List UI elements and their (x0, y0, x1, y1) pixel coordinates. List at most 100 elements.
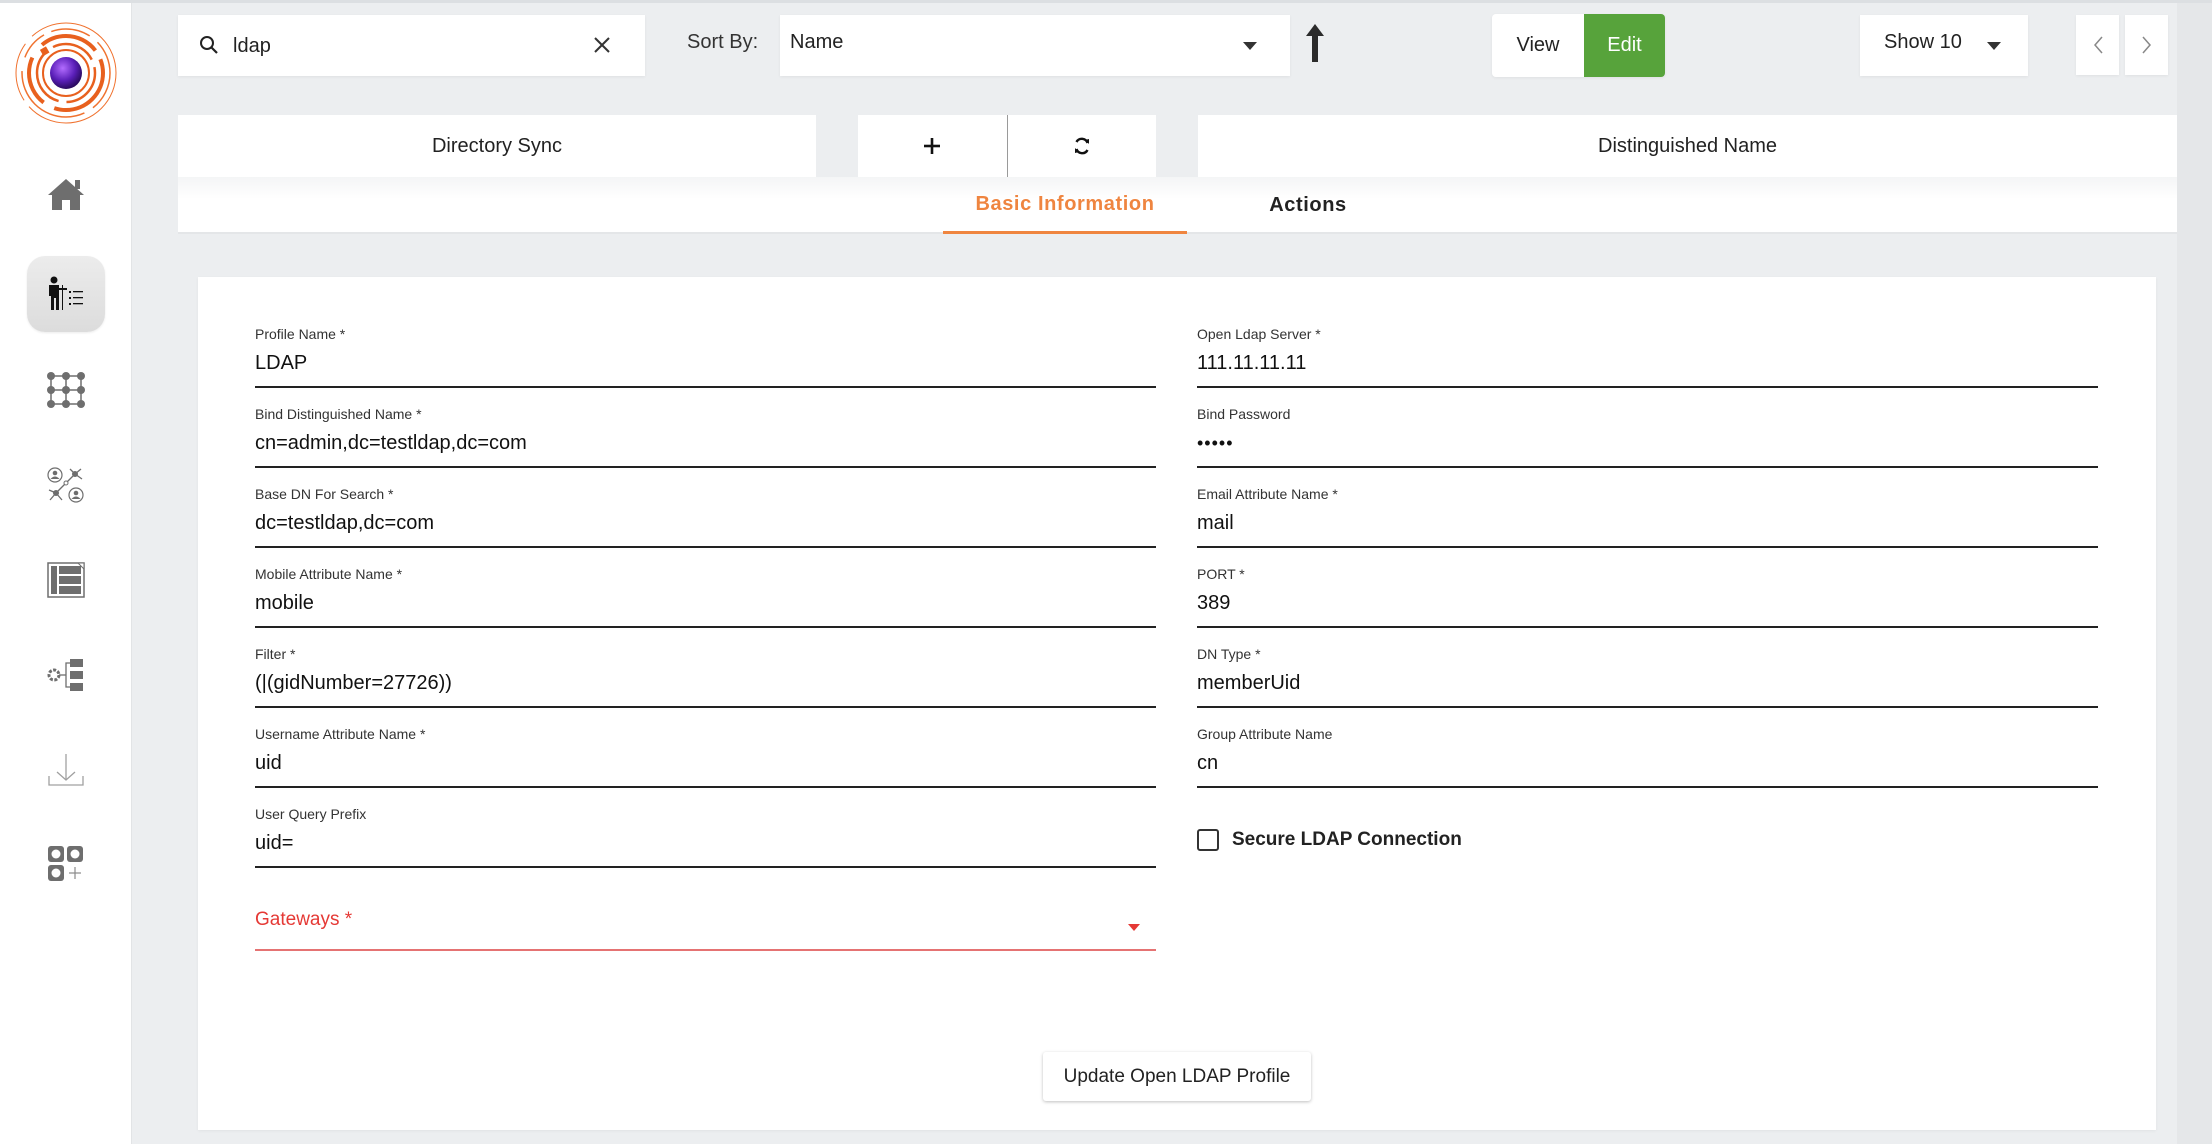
chevron-down-icon (1987, 42, 2001, 50)
field-underline (255, 546, 1156, 548)
field-underline (1197, 466, 2098, 468)
user-network-icon (47, 467, 84, 503)
tab-basic-information[interactable]: Basic Information (943, 177, 1187, 234)
sort-by-label: Sort By: (687, 31, 759, 53)
group-attribute-input[interactable] (1197, 746, 2098, 780)
base-dn-field: Base DN For Search * (255, 486, 1156, 548)
search-box (178, 15, 645, 76)
gateways-select[interactable]: Gateways * (255, 897, 1156, 951)
bind-dn-field: Bind Distinguished Name * (255, 406, 1156, 468)
field-underline (255, 706, 1156, 708)
profile-name-input[interactable] (255, 346, 1156, 380)
refresh-icon (1074, 137, 1089, 155)
filter-input[interactable] (255, 666, 1156, 700)
previous-page-button[interactable] (2076, 15, 2119, 75)
top-border (0, 0, 2212, 3)
field-label: Open Ldap Server * (1197, 326, 1321, 342)
update-profile-button[interactable]: Update Open LDAP Profile (1043, 1052, 1311, 1101)
home-icon (48, 179, 84, 210)
chevron-down-icon (1243, 42, 1257, 50)
filter-field: Filter * (255, 646, 1156, 708)
field-underline (255, 626, 1156, 628)
field-label: Mobile Attribute Name * (255, 566, 403, 582)
field-underline (1197, 626, 2098, 628)
field-label: Username Attribute Name * (255, 726, 426, 742)
tab-bar: Basic Information Actions (178, 177, 2177, 234)
directory-sync-header[interactable]: Directory Sync (178, 115, 816, 177)
apps-add-icon (48, 846, 83, 881)
field-label: Email Attribute Name * (1197, 486, 1338, 502)
sidebar-item-network[interactable] (27, 447, 105, 523)
distinguished-name-header: Distinguished Name (1198, 115, 2177, 177)
add-button[interactable] (858, 115, 1007, 177)
field-underline (255, 866, 1156, 868)
bind-dn-input[interactable] (255, 426, 1156, 460)
sidebar-item-add-apps[interactable] (27, 825, 105, 901)
field-underline (255, 949, 1156, 951)
profile-name-field: Profile Name * (255, 326, 1156, 388)
field-label: Filter * (255, 646, 296, 662)
field-underline (255, 386, 1156, 388)
base-dn-input[interactable] (255, 506, 1156, 540)
add-refresh-group (858, 115, 1156, 177)
chevron-left-icon (2093, 36, 2103, 54)
ldap-server-field: Open Ldap Server * (1197, 326, 2098, 388)
search-input[interactable] (233, 29, 563, 63)
field-underline (1197, 706, 2098, 708)
gear-folders-icon (47, 659, 83, 691)
secure-ldap-checkbox-row[interactable]: Secure LDAP Connection (1197, 829, 1462, 851)
app-logo[interactable] (13, 20, 119, 126)
view-button[interactable]: View (1492, 14, 1584, 77)
sidebar-item-layout[interactable] (27, 542, 105, 618)
port-field: PORT * (1197, 566, 2098, 628)
field-underline (255, 786, 1156, 788)
person-list-icon (49, 276, 83, 310)
page-size-value: Show 10 (1884, 31, 1962, 53)
port-input[interactable] (1197, 586, 2098, 620)
username-attribute-field: Username Attribute Name * (255, 726, 1156, 788)
sort-by-select[interactable]: Name (780, 15, 1290, 76)
field-underline (1197, 386, 2098, 388)
gateways-label: Gateways * (255, 909, 353, 930)
clear-search-icon[interactable] (591, 34, 613, 56)
field-label: Profile Name * (255, 326, 346, 342)
bind-password-input[interactable] (1197, 426, 2098, 460)
field-underline (255, 466, 1156, 468)
ldap-server-input[interactable] (1197, 346, 2098, 380)
tab-actions[interactable]: Actions (1218, 177, 1398, 234)
chevron-down-icon (1128, 924, 1140, 931)
dn-type-input[interactable] (1197, 666, 2098, 700)
scrollbar[interactable] (2177, 3, 2212, 1144)
dot-grid-icon (47, 372, 85, 408)
field-label: Group Attribute Name (1197, 726, 1333, 742)
field-label: Bind Password (1197, 406, 1291, 422)
ldap-profile-form: Profile Name * Bind Distinguished Name *… (198, 277, 2156, 1130)
dn-type-field: DN Type * (1197, 646, 2098, 708)
layout-list-icon (47, 562, 85, 598)
sidebar-item-settings-folders[interactable] (27, 637, 105, 713)
sidebar-item-home[interactable] (27, 156, 105, 232)
sidebar-item-grid[interactable] (27, 352, 105, 428)
field-label: PORT * (1197, 566, 1245, 582)
view-edit-toggle: View Edit (1492, 14, 1665, 77)
username-attribute-input[interactable] (255, 746, 1156, 780)
user-query-prefix-input[interactable] (255, 826, 1156, 860)
refresh-button[interactable] (1008, 115, 1157, 177)
sort-ascending-arrow-icon[interactable] (1303, 22, 1327, 64)
next-page-button[interactable] (2125, 15, 2168, 75)
mobile-attribute-input[interactable] (255, 586, 1156, 620)
email-attribute-input[interactable] (1197, 506, 2098, 540)
email-attribute-field: Email Attribute Name * (1197, 486, 2098, 548)
field-label: Bind Distinguished Name * (255, 406, 422, 422)
sidebar-item-download[interactable] (27, 732, 105, 808)
user-query-prefix-field: User Query Prefix (255, 806, 1156, 868)
edit-button[interactable]: Edit (1584, 14, 1665, 77)
group-attribute-field: Group Attribute Name (1197, 726, 2098, 788)
secure-ldap-label: Secure LDAP Connection (1232, 829, 1462, 850)
sidebar-item-directory-sync[interactable] (27, 256, 105, 332)
search-icon (200, 36, 218, 54)
page-size-select[interactable]: Show 10 (1860, 15, 2028, 76)
download-icon (48, 754, 84, 786)
secure-ldap-checkbox[interactable] (1197, 829, 1219, 851)
mobile-attribute-field: Mobile Attribute Name * (255, 566, 1156, 628)
